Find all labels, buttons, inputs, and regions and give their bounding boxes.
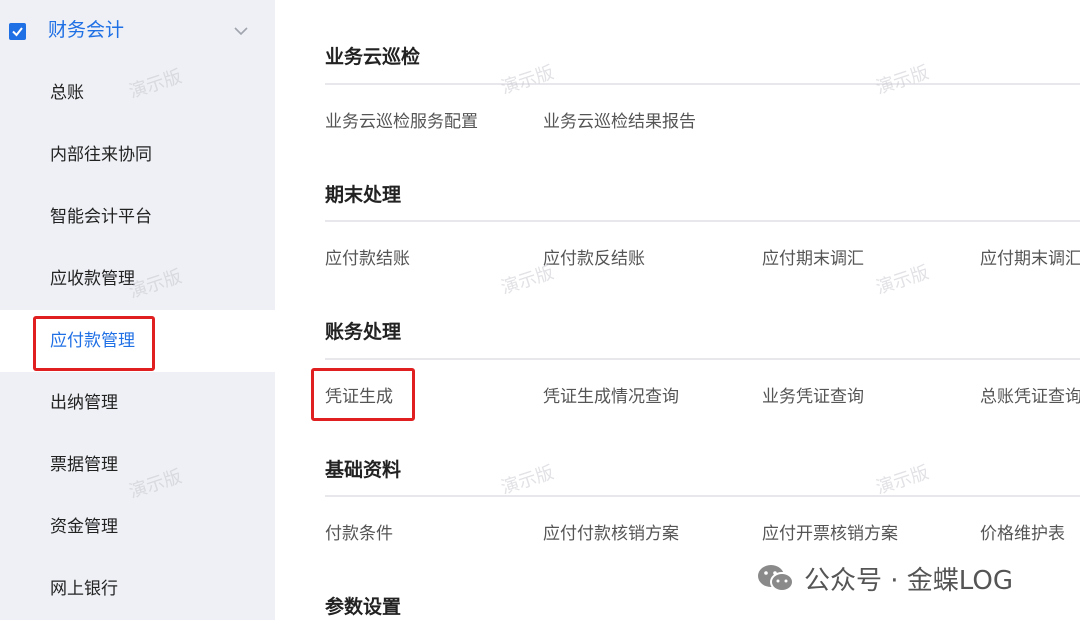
sidebar-item-label: 票据管理 xyxy=(50,455,118,475)
watermark: 演示版 xyxy=(498,462,557,499)
sidebar-item-receivables[interactable]: 应收款管理 xyxy=(0,248,275,310)
section-title-accounting: 账务处理 xyxy=(325,321,402,343)
section-divider xyxy=(325,220,1080,222)
link-voucher-status-query[interactable]: 凭证生成情况查询 xyxy=(543,385,679,409)
section-title-master-data: 基础资料 xyxy=(325,459,402,481)
sidebar-item-label: 总账 xyxy=(50,83,84,103)
link-invoice-writeoff-scheme[interactable]: 应付开票核销方案 xyxy=(762,522,898,546)
ledger-check-icon xyxy=(9,23,26,40)
sidebar-item-payables[interactable]: 应付款管理 xyxy=(0,310,275,372)
link-payable-revaluation-2[interactable]: 应付期末调汇 xyxy=(980,247,1080,271)
main-content: 业务云巡检 业务云巡检服务配置 业务云巡检结果报告 期末处理 应付款结账 应付款… xyxy=(275,0,1080,620)
sidebar-item-online-banking[interactable]: 网上银行 xyxy=(0,558,275,620)
wechat-account-label: 公众号 · 金蝶LOG xyxy=(804,565,1013,596)
link-payment-terms[interactable]: 付款条件 xyxy=(325,522,393,546)
link-gl-voucher-query[interactable]: 总账凭证查询 xyxy=(980,385,1080,409)
link-business-voucher-query[interactable]: 业务凭证查询 xyxy=(762,385,864,409)
sidebar: 财务会计 总账 内部往来协同 智能会计平台 应收款管理 应付款管理 出纳管理 票… xyxy=(0,0,275,620)
sidebar-item-funds[interactable]: 资金管理 xyxy=(0,496,275,558)
link-payment-writeoff-scheme[interactable]: 应付付款核销方案 xyxy=(543,522,679,546)
sidebar-item-general-ledger[interactable]: 总账 xyxy=(0,62,275,124)
watermark: 演示版 xyxy=(873,462,932,499)
sidebar-item-label: 网上银行 xyxy=(50,579,118,599)
watermark: 演示版 xyxy=(873,62,932,99)
sidebar-item-label: 内部往来协同 xyxy=(50,145,152,165)
link-payable-revaluation[interactable]: 应付期末调汇 xyxy=(762,247,864,271)
sidebar-item-label: 应收款管理 xyxy=(50,269,135,289)
link-inspection-config[interactable]: 业务云巡检服务配置 xyxy=(325,110,478,134)
sidebar-item-label: 资金管理 xyxy=(50,517,118,537)
watermark: 演示版 xyxy=(498,62,557,99)
section-divider xyxy=(325,358,1080,360)
link-voucher-generate[interactable]: 凭证生成 xyxy=(325,385,393,409)
sidebar-group-header[interactable]: 财务会计 xyxy=(0,0,275,62)
link-payable-reopen[interactable]: 应付款反结账 xyxy=(543,247,645,271)
sidebar-item-label: 出纳管理 xyxy=(50,393,118,413)
sidebar-item-label: 智能会计平台 xyxy=(50,207,152,227)
wechat-badge: 公众号 · 金蝶LOG xyxy=(756,558,1013,598)
section-divider xyxy=(325,83,1080,85)
sidebar-item-intercompany[interactable]: 内部往来协同 xyxy=(0,124,275,186)
watermark: 演示版 xyxy=(873,262,932,299)
wechat-icon xyxy=(758,565,794,592)
section-divider xyxy=(325,495,1080,497)
sidebar-item-label: 应付款管理 xyxy=(50,331,135,351)
sidebar-group-title: 财务会计 xyxy=(48,19,125,41)
section-title-period-end: 期末处理 xyxy=(325,184,402,206)
link-payable-close[interactable]: 应付款结账 xyxy=(325,247,410,271)
chevron-down-icon[interactable] xyxy=(233,25,249,37)
section-title-cloud-inspection: 业务云巡检 xyxy=(325,46,421,68)
sidebar-item-smart-accounting[interactable]: 智能会计平台 xyxy=(0,186,275,248)
sidebar-item-cashier[interactable]: 出纳管理 xyxy=(0,372,275,434)
section-title-parameters: 参数设置 xyxy=(325,596,402,618)
link-inspection-report[interactable]: 业务云巡检结果报告 xyxy=(543,110,696,134)
link-price-maintenance[interactable]: 价格维护表 xyxy=(980,522,1065,546)
sidebar-item-bills[interactable]: 票据管理 xyxy=(0,434,275,496)
